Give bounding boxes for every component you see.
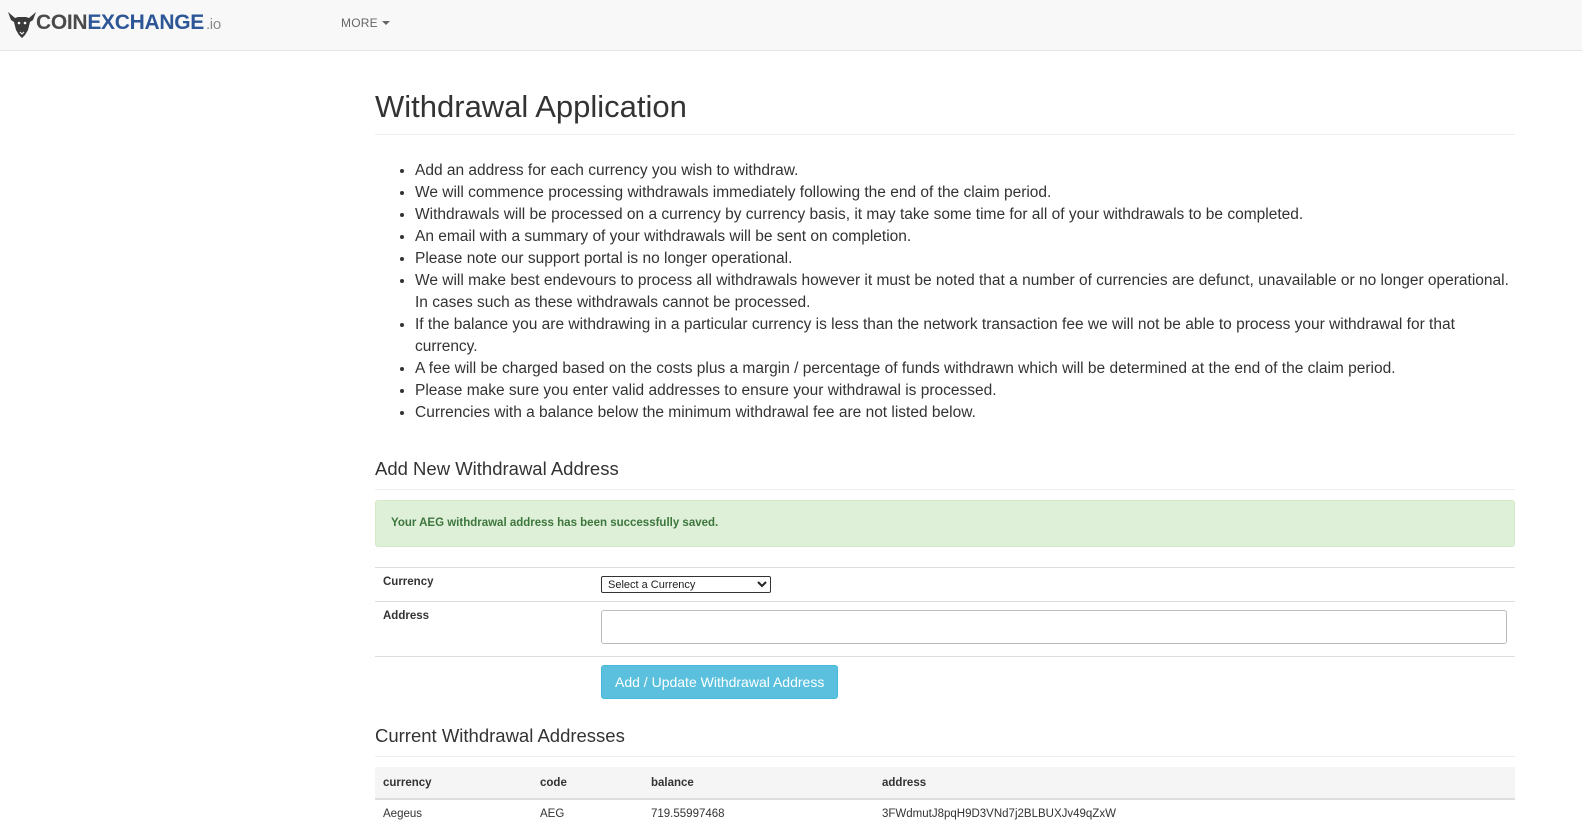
currency-row: Currency Select a Currency [375,567,1515,602]
success-alert: Your AEG withdrawal address has been suc… [375,500,1515,547]
cell-address: 3FWdmutJ8pqH9D3VNd7j2BLBUXJv49qZxW [882,808,1116,820]
currency-label: Currency [375,567,593,602]
info-item: Add an address for each currency you wis… [415,160,1515,182]
brand-name: COINEXCHANGE .io [36,7,221,41]
bull-logo-icon [8,12,36,38]
column-header-balance: balance [643,767,874,800]
address-input[interactable] [601,610,1507,644]
brand-name-part2: EXCHANGE [87,11,204,34]
add-address-section: Add New Withdrawal Address Your AEG with… [375,458,1515,699]
submit-row: Add / Update Withdrawal Address [375,665,1515,699]
brand-logo-link[interactable]: COINEXCHANGE .io [6,8,221,40]
info-list: Add an address for each currency you wis… [375,160,1515,424]
address-label: Address [375,601,593,657]
page-title: Withdrawal Application [375,89,687,124]
table-row: Aegeus AEG 719.55997468 3FWdmutJ8pqH9D3V… [375,799,1515,828]
add-update-address-button[interactable]: Add / Update Withdrawal Address [601,665,839,699]
caret-down-icon [381,21,390,25]
address-row: Address [375,601,1515,657]
current-addresses-table: currency code balance address Aegeus AEG… [375,767,1515,828]
currency-cell: Select a Currency [593,567,1515,602]
info-item: Withdrawals will be processed on a curre… [415,204,1515,226]
more-menu-toggle[interactable]: MORE [341,16,390,30]
cell-currency: Aegeus [383,808,423,820]
column-header-currency: currency [375,767,532,800]
info-item: Please make sure you enter valid address… [415,380,1515,402]
page-header: Withdrawal Application [375,89,1515,135]
cell-code: AEG [540,808,565,820]
current-addresses-section: Current Withdrawal Addresses currency co… [375,725,1515,828]
info-item: We will make best endevours to process a… [415,270,1515,314]
info-item: A fee will be charged based on the costs… [415,358,1515,380]
top-navbar: COINEXCHANGE .io MORE [0,0,1582,51]
success-alert-message: Your AEG withdrawal address has been suc… [391,517,719,529]
more-menu-label: MORE [341,16,378,30]
brand-name-part3: .io [205,16,221,33]
info-item: We will commence processing withdrawals … [415,182,1515,204]
main-container: Withdrawal Application Add an address fo… [375,51,1515,828]
currency-select[interactable]: Select a Currency [601,576,771,593]
column-header-address: address [874,767,1515,800]
address-cell [593,601,1515,657]
info-item: Please note our support portal is no lon… [415,248,1515,270]
add-address-heading: Add New Withdrawal Address [375,458,1515,490]
info-item: An email with a summary of your withdraw… [415,226,1515,248]
info-item: Currencies with a balance below the mini… [415,402,1515,424]
column-header-code: code [532,767,643,800]
current-addresses-heading: Current Withdrawal Addresses [375,725,1515,757]
cell-balance: 719.55997468 [651,808,725,820]
info-item: If the balance you are withdrawing in a … [415,314,1515,358]
brand-name-part1: COIN [36,11,88,34]
withdrawal-address-form: Currency Select a Currency Address [375,567,1515,657]
table-header-row: currency code balance address [375,767,1515,800]
